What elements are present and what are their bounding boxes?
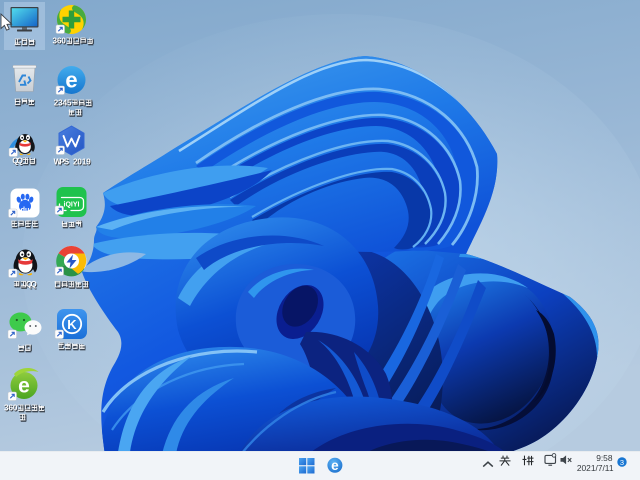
svg-text:0: 0 (61, 37, 66, 46)
svg-text:e: e (18, 375, 30, 398)
svg-text:e: e (65, 68, 77, 93)
svg-text:9:58: 9:58 (596, 453, 613, 463)
svg-text:Q: Q (30, 280, 36, 289)
svg-text:iQIYI: iQIYI (64, 202, 80, 209)
svg-text:9: 9 (86, 158, 91, 167)
svg-text:2021/7/11: 2021/7/11 (577, 463, 614, 473)
svg-text:du: du (21, 205, 30, 214)
svg-text:0: 0 (13, 404, 18, 413)
svg-text:K: K (67, 317, 77, 332)
svg-text:Q: Q (17, 157, 23, 166)
svg-text:S: S (64, 158, 70, 167)
svg-text:e: e (331, 458, 339, 473)
svg-text:5: 5 (67, 99, 72, 108)
svg-text:3: 3 (620, 458, 624, 467)
